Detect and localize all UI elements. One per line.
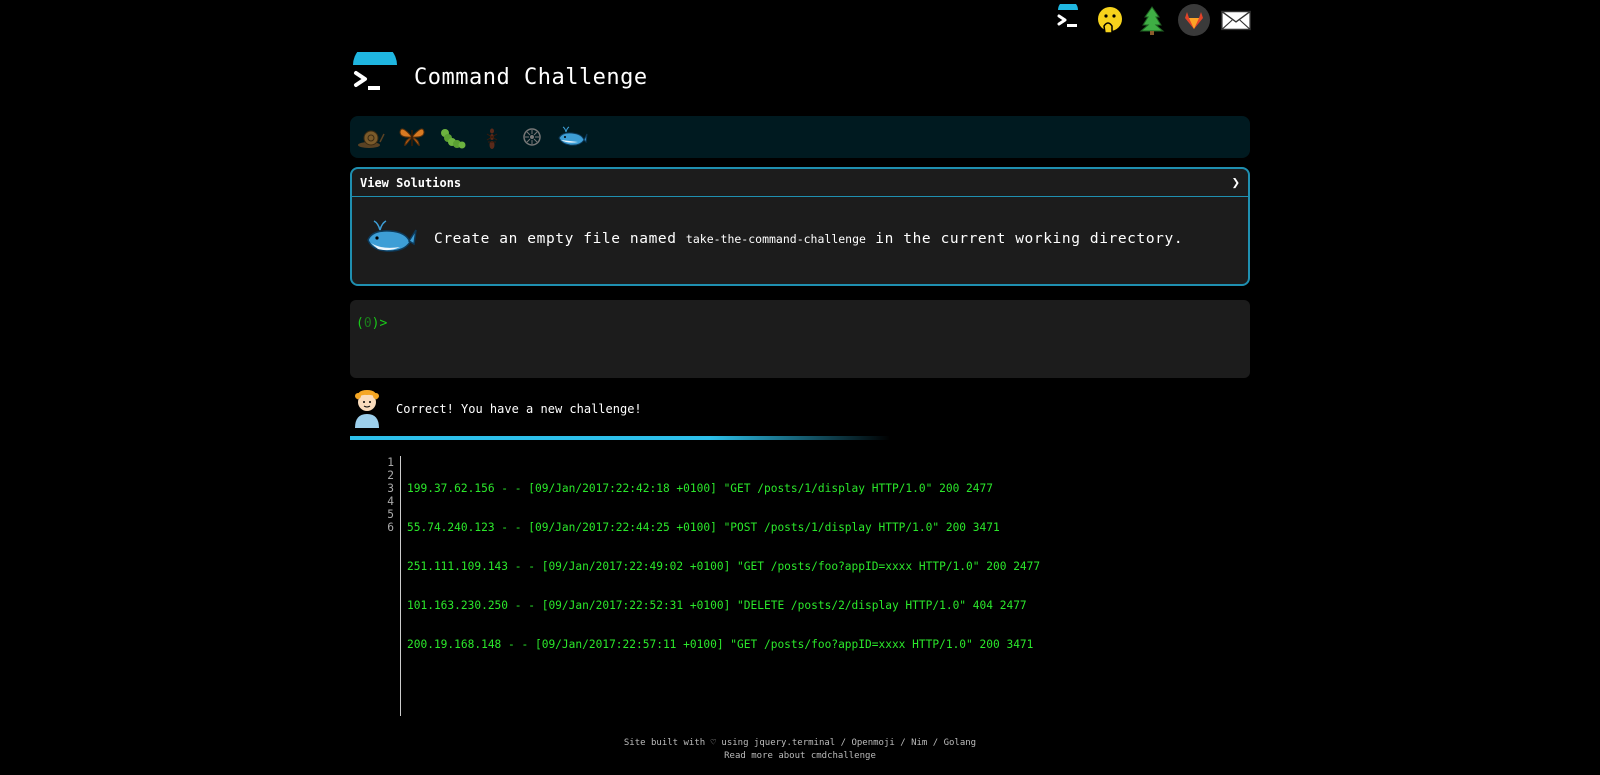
site-header: Command Challenge xyxy=(350,43,1250,110)
challenge-text-after: in the current working directory. xyxy=(875,231,1184,247)
tree-icon[interactable] xyxy=(1136,4,1168,36)
top-icon-bar xyxy=(1052,4,1252,36)
sand-dollar-icon[interactable] xyxy=(516,121,548,153)
line-number: 6 xyxy=(387,521,394,534)
code-lines: 199.37.62.156 - - [09/Jan/2017:22:42:18 … xyxy=(401,456,1040,716)
challenge-filename: take-the-command-challenge xyxy=(685,232,866,246)
challenge-description: Create an empty file named take-the-comm… xyxy=(434,231,1183,247)
line-number: 1 xyxy=(387,456,394,469)
prompt-exit-code: 0 xyxy=(363,316,372,331)
person-avatar-icon xyxy=(350,386,384,432)
terminal-icon[interactable] xyxy=(1052,4,1084,36)
whale-icon[interactable] xyxy=(556,121,588,153)
site-footer: Site built with ♡ using jquery.terminal … xyxy=(0,737,1600,763)
snail-icon[interactable] xyxy=(356,121,388,153)
level-selector xyxy=(350,116,1250,158)
file-content-view: 1 2 3 4 5 6 199.37.62.156 - - [09/Jan/20… xyxy=(350,456,1250,716)
terminal-input[interactable]: (0)> xyxy=(350,300,1250,378)
ant-icon[interactable] xyxy=(476,121,508,153)
code-line: 199.37.62.156 - - [09/Jan/2017:22:42:18 … xyxy=(407,482,993,495)
view-solutions-toggle[interactable]: View Solutions ❯ xyxy=(352,169,1248,197)
code-line: 55.74.240.123 - - [09/Jan/2017:22:44:25 … xyxy=(407,521,1000,534)
main-container: Command Challenge View Solutions ❯ Creat… xyxy=(350,43,1250,716)
caterpillar-icon[interactable] xyxy=(436,121,468,153)
envelope-icon[interactable] xyxy=(1220,4,1252,36)
line-number: 4 xyxy=(387,495,394,508)
whale-icon xyxy=(364,214,418,264)
code-line: ​ xyxy=(407,677,1040,690)
code-line: 101.163.230.250 - - [09/Jan/2017:22:52:3… xyxy=(407,599,1027,612)
line-number: 3 xyxy=(387,482,394,495)
feedback-row: Correct! You have a new challenge! xyxy=(350,388,1250,430)
view-solutions-label: View Solutions xyxy=(360,175,462,190)
prompt-close: )> xyxy=(371,316,388,331)
gitlab-icon[interactable] xyxy=(1178,4,1210,36)
code-line: 251.111.109.143 - - [09/Jan/2017:22:49:0… xyxy=(407,560,1041,573)
logo-icon[interactable] xyxy=(350,43,400,102)
face-hand-over-mouth-icon[interactable] xyxy=(1094,4,1126,36)
page-title: Command Challenge xyxy=(414,64,648,90)
progress-bar xyxy=(350,436,1250,440)
chevron-right-icon: ❯ xyxy=(1231,174,1240,191)
feedback-message: Correct! You have a new challenge! xyxy=(396,402,642,416)
line-number: 5 xyxy=(387,508,394,521)
code-line: 200.19.168.148 - - [09/Jan/2017:22:57:11… xyxy=(407,638,1034,651)
footer-credits[interactable]: Site built with ♡ using jquery.terminal … xyxy=(0,737,1600,750)
challenge-body: Create an empty file named take-the-comm… xyxy=(352,197,1248,281)
prompt-open: ( xyxy=(356,316,364,331)
line-number: 2 xyxy=(387,469,394,482)
butterfly-icon[interactable] xyxy=(396,121,428,153)
footer-about-link[interactable]: Read more about cmdchallenge xyxy=(0,750,1600,763)
challenge-text-before: Create an empty file named xyxy=(434,231,677,247)
challenge-panel: View Solutions ❯ Create an empty file na… xyxy=(350,167,1250,286)
line-number-gutter: 1 2 3 4 5 6 xyxy=(350,456,401,716)
